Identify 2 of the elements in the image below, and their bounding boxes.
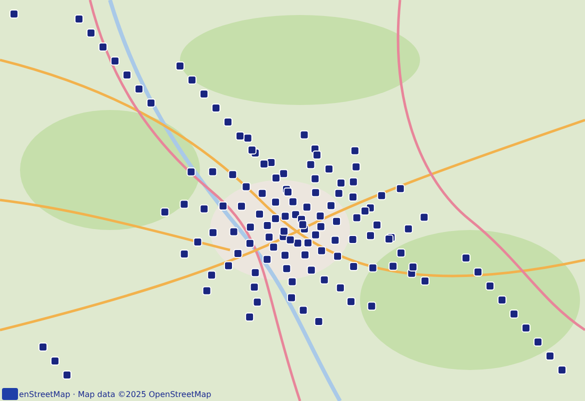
map-drawing[interactable] [0,0,585,401]
map-attribution: enStreetMap · Map data ©2025 OpenStreetMap [18,390,212,398]
